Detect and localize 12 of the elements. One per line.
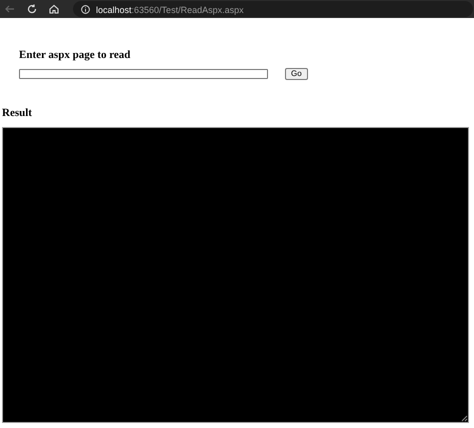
page-input[interactable] [19, 69, 268, 79]
url-path: :63560/Test/ReadAspx.aspx [132, 5, 244, 15]
back-icon[interactable] [5, 4, 15, 14]
address-bar[interactable]: localhost:63560/Test/ReadAspx.aspx [73, 1, 473, 17]
info-icon[interactable] [81, 4, 90, 14]
result-heading: Result [2, 106, 33, 120]
refresh-icon[interactable] [27, 4, 37, 14]
go-button[interactable]: Go [285, 68, 308, 80]
resize-grip-icon[interactable] [461, 415, 468, 422]
url-host: localhost [96, 5, 132, 15]
form-heading: Enter aspx page to read [19, 48, 132, 62]
home-icon[interactable] [49, 4, 59, 14]
